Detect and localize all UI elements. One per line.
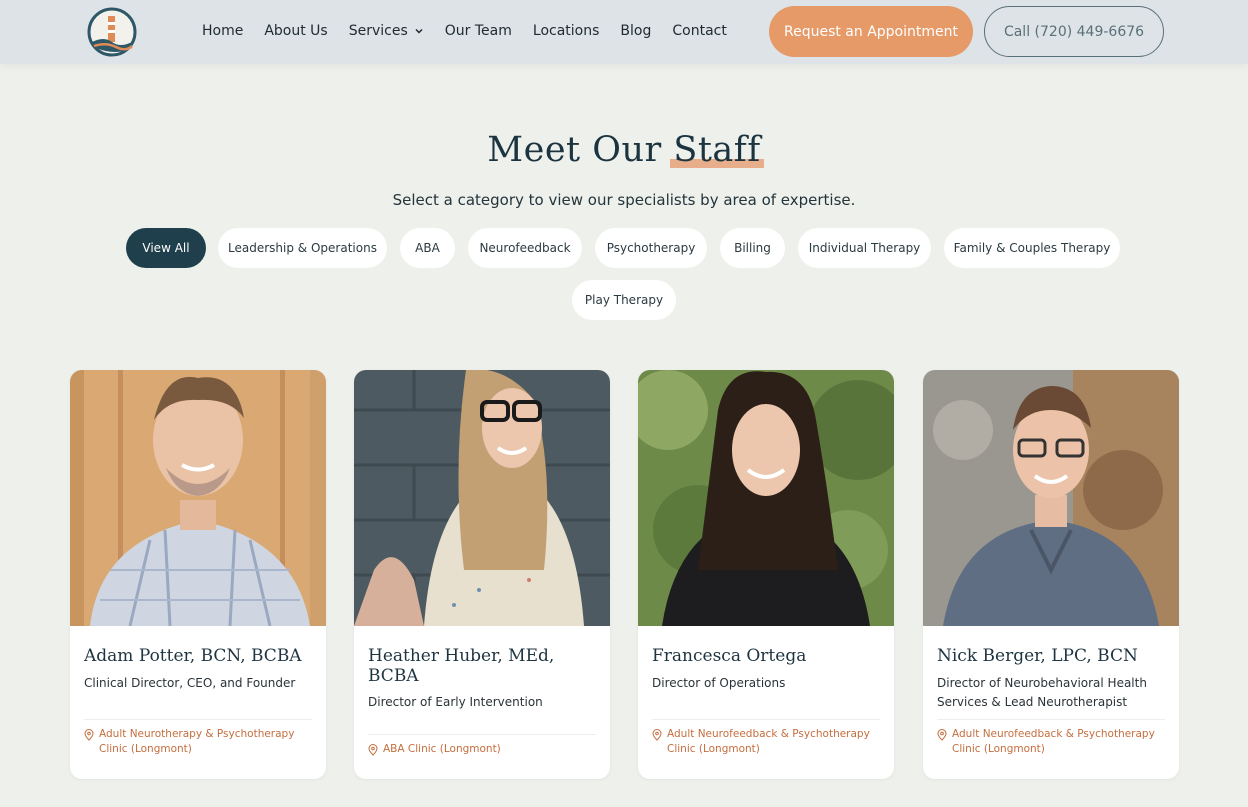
- site-header: Home About Us Services Our Team Location…: [0, 0, 1248, 64]
- staff-location-text: Adult Neurotherapy & Psychotherapy Clini…: [99, 728, 295, 755]
- page-title: Meet Our Staff: [487, 130, 765, 170]
- location-pin-icon: [368, 744, 378, 756]
- nav-home[interactable]: Home: [202, 23, 243, 39]
- divider: [84, 719, 312, 720]
- nav-services-label: Services: [348, 23, 408, 39]
- page-subtitle: Select a category to view our specialist…: [392, 191, 856, 209]
- staff-photo: [638, 370, 894, 626]
- staff-location-text: ABA Clinic (Longmont): [383, 743, 501, 755]
- location-pin-icon: [937, 729, 947, 741]
- staff-card[interactable]: Francesca Ortega Director of Operations …: [638, 370, 894, 779]
- nav-about-label: About Us: [264, 23, 328, 39]
- nav-locations[interactable]: Locations: [533, 23, 600, 39]
- filter-play-therapy[interactable]: Play Therapy: [572, 280, 676, 320]
- section-heading: Meet Our Staff: [0, 130, 1248, 170]
- filter-family-couples-therapy[interactable]: Family & Couples Therapy: [944, 228, 1120, 268]
- filter-aba[interactable]: ABA: [400, 228, 455, 268]
- chevron-down-icon: [415, 28, 423, 34]
- nav-contact[interactable]: Contact: [672, 23, 726, 39]
- nav-services[interactable]: Services: [349, 23, 424, 39]
- nav-blog[interactable]: Blog: [620, 23, 651, 39]
- staff-photo: [70, 370, 326, 626]
- staff-role: Director of Neurobehavioral Health Servi…: [937, 676, 1147, 709]
- divider: [368, 734, 596, 735]
- staff-location[interactable]: ABA Clinic (Longmont): [368, 742, 598, 757]
- staff-role: Director of Early Intervention: [368, 695, 543, 709]
- staff-photo: [923, 370, 1179, 626]
- nav-our-team[interactable]: Our Team: [445, 23, 512, 39]
- staff-location-text: Adult Neurofeedback & Psychotherapy Clin…: [952, 728, 1155, 755]
- filter-view-all[interactable]: View All: [126, 228, 206, 268]
- nav-contact-label: Contact: [672, 23, 727, 39]
- staff-photo: [354, 370, 610, 626]
- staff-card[interactable]: Adam Potter, BCN, BCBA Clinical Director…: [70, 370, 326, 779]
- staff-location[interactable]: Adult Neurotherapy & Psychotherapy Clini…: [84, 727, 314, 757]
- staff-location[interactable]: Adult Neurofeedback & Psychotherapy Clin…: [937, 727, 1167, 757]
- filter-individual-therapy[interactable]: Individual Therapy: [798, 228, 931, 268]
- nav-blog-label: Blog: [620, 23, 652, 39]
- call-phone-button[interactable]: Call (720) 449-6676: [984, 6, 1164, 57]
- location-pin-icon: [84, 729, 94, 741]
- filter-neurofeedback[interactable]: Neurofeedback: [468, 228, 582, 268]
- nav-home-label: Home: [202, 23, 244, 39]
- filter-psychotherapy[interactable]: Psychotherapy: [595, 228, 707, 268]
- staff-location-text: Adult Neurofeedback & Psychotherapy Clin…: [667, 728, 870, 755]
- divider: [937, 719, 1165, 720]
- title-text: Meet Our: [487, 130, 662, 170]
- lighthouse-logo[interactable]: [86, 6, 138, 58]
- staff-location[interactable]: Adult Neurofeedback & Psychotherapy Clin…: [652, 727, 882, 757]
- filter-billing[interactable]: Billing: [720, 228, 785, 268]
- location-pin-icon: [652, 729, 662, 741]
- nav-locations-label: Locations: [532, 23, 600, 39]
- nav-team-label: Our Team: [444, 23, 512, 39]
- staff-name: Heather Huber, MEd, BCBA: [368, 646, 555, 686]
- nav-about-us[interactable]: About Us: [264, 23, 327, 39]
- staff-card[interactable]: Nick Berger, LPC, BCN Director of Neurob…: [923, 370, 1179, 779]
- divider: [652, 719, 880, 720]
- staff-name: Adam Potter, BCN, BCBA: [84, 646, 302, 666]
- filter-leadership-operations[interactable]: Leadership & Operations: [218, 228, 387, 268]
- staff-name: Francesca Ortega: [652, 646, 807, 666]
- staff-card[interactable]: Heather Huber, MEd, BCBA Director of Ear…: [354, 370, 610, 779]
- main-nav: Home About Us Services Our Team Location…: [202, 0, 748, 62]
- request-appointment-button[interactable]: Request an Appointment: [769, 6, 973, 57]
- title-highlight: Staff: [670, 130, 765, 170]
- staff-role: Clinical Director, CEO, and Founder: [84, 676, 296, 690]
- staff-name: Nick Berger, LPC, BCN: [937, 646, 1138, 666]
- staff-role: Director of Operations: [652, 676, 786, 690]
